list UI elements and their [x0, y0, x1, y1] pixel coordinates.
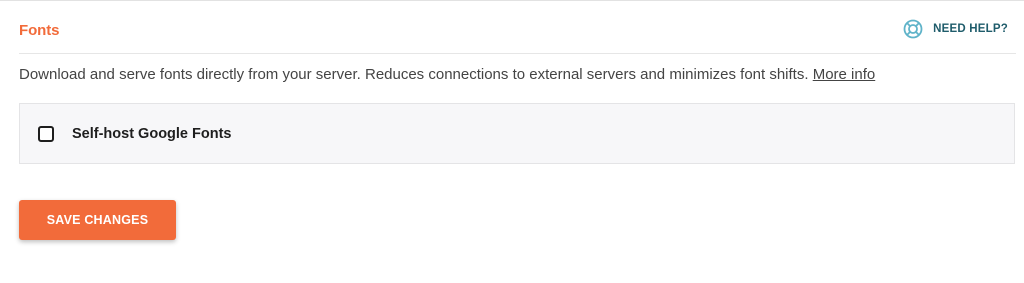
self-host-option[interactable]: Self-host Google Fonts — [38, 126, 232, 142]
lifebuoy-icon — [903, 19, 923, 39]
need-help-label: NEED HELP? — [933, 23, 1008, 35]
self-host-checkbox[interactable] — [38, 126, 54, 142]
self-host-option-panel: Self-host Google Fonts — [19, 103, 1015, 164]
description-text: Download and serve fonts directly from y… — [19, 66, 809, 83]
need-help-link[interactable]: NEED HELP? — [903, 19, 1008, 39]
section-description: Download and serve fonts directly from y… — [19, 66, 875, 83]
section-header: Fonts NEED HELP? — [19, 1, 1016, 54]
self-host-label: Self-host Google Fonts — [72, 126, 232, 142]
section-title: Fonts — [19, 22, 60, 39]
more-info-link[interactable]: More info — [813, 66, 876, 83]
save-changes-button[interactable]: SAVE CHANGES — [19, 200, 176, 240]
